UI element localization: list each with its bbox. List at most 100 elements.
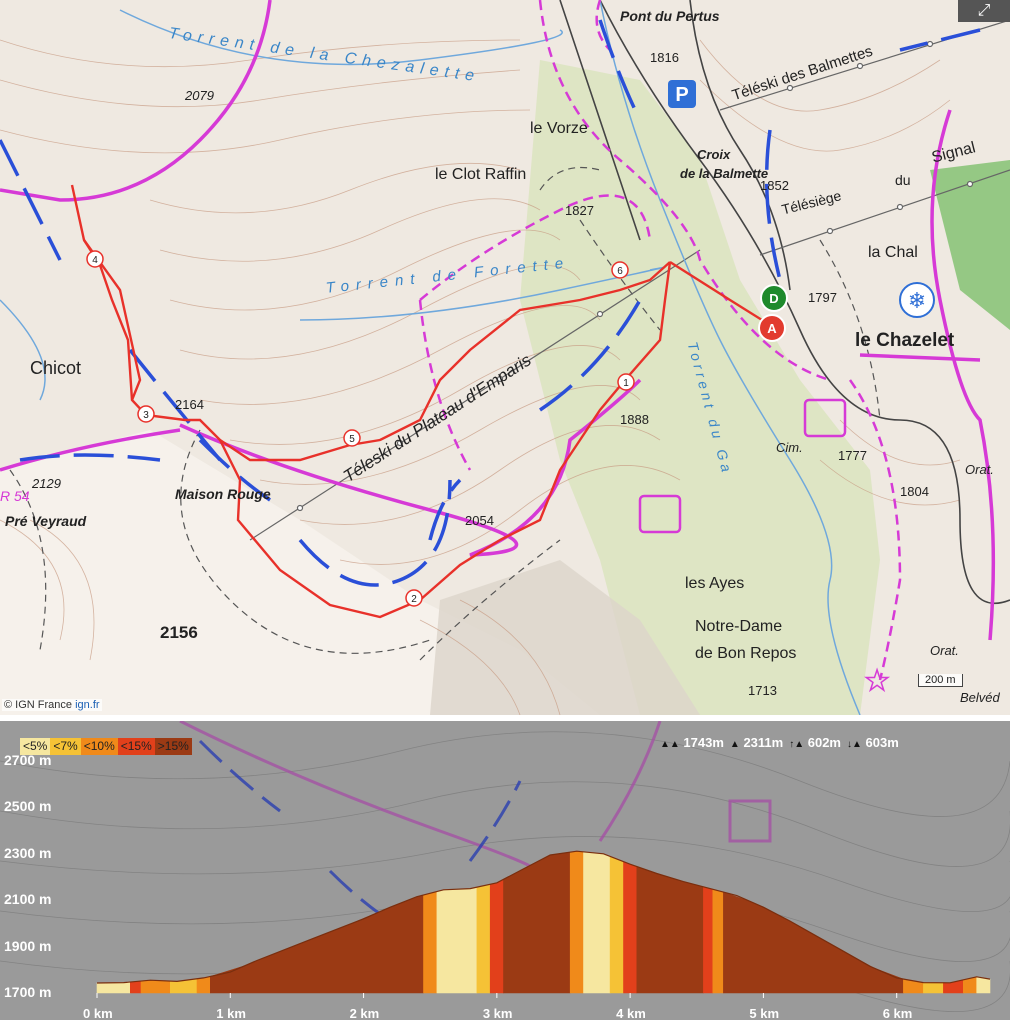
x-tick-label: 4 km [616,1006,646,1020]
map-label-belved: Belvéd [960,690,1000,705]
map-label-les-ayes: les Ayes [685,575,745,592]
map-label-alt-1816: 1816 [650,50,679,65]
x-tick-label: 2 km [349,1006,380,1020]
scale-bar: 200 m [918,674,963,687]
map-label-du: du [895,172,911,188]
x-tick-label: 0 km [83,1006,113,1020]
attribution-link[interactable]: ign.fr [75,699,99,711]
slope-legend-item: <7% [50,738,81,755]
map-label-alt-2079: 2079 [185,88,214,103]
map-label-r54: R 54 [0,488,30,504]
map-graphics: P ❄ ★ 1 2 3 4 5 6 D A [0,0,1010,715]
ascent-stat: ↑▲ 602m [789,735,841,750]
profile-slope-band [583,851,611,994]
map-label-notre-dame: Notre-Dame [695,618,783,635]
map-label-le-vorze: le Vorze [530,120,588,137]
profile-slope-band [436,886,478,994]
max-altitude-icon: ▲ [729,739,740,750]
slope-legend-item: <15% [117,738,155,755]
map-label-alt-2156: 2156 [160,623,198,642]
elevation-profile-panel[interactable]: <5% <7% <10% <15% >15% ▲▲ 1743m ▲ 2311m ↑▲ 6… [0,721,1010,1020]
map-label-alt-2054: 2054 [465,513,494,528]
slope-legend-item: <10% [80,738,118,755]
profile-slope-band [476,883,491,994]
waypoint-label: 6 [617,266,623,277]
viewpoint-star-icon: ★ [864,665,889,696]
attribution-text: © IGN France [4,699,73,711]
map-label-cim: Cim. [776,440,803,455]
waypoint-label: 1 [623,378,629,389]
snowflake-icon: ❄ [908,288,926,313]
profile-slope-band [503,851,571,994]
ascent-value: 602m [807,735,841,750]
y-tick-label: 1900 m [4,937,52,954]
max-altitude-value: 2311m [743,735,784,750]
profile-slope-band [210,894,424,994]
y-tick-label: 1700 m [4,984,52,1000]
min-altitude-value: 1743m [683,735,724,750]
map-label-pre-veyraud: Pré Veyraud [5,513,87,529]
profile-slope-band [923,982,944,994]
map-label-alt-1804: 1804 [900,484,929,499]
map-label-chicot: Chicot [30,358,82,378]
profile-slope-band [623,861,638,994]
waypoint-label: 2 [411,594,417,605]
end-marker-label: A [767,321,777,336]
x-tick-label: 6 km [882,1006,913,1020]
map-label-le-chazelet: le Chazelet [855,330,955,351]
map-label-de-bon-repos: de Bon Repos [695,645,797,662]
profile-stats: ▲▲ 1743m ▲ 2311m ↑▲ 602m ↓▲ 603m [660,735,899,750]
map-attribution: © IGN France ign.fr [2,699,102,711]
map-label-de-la-balmette: de la Balmette [680,166,769,181]
profile-slope-band [723,891,904,994]
profile-slope-band [130,980,142,994]
x-tick-label: 1 km [216,1006,246,1020]
map-label-pont-du-pertus: Pont du Pertus [620,8,720,24]
descent-icon: ↓▲ [846,739,862,750]
y-tick-label: 2100 m [4,891,52,908]
profile-slope-band [96,981,131,994]
map-label-alt-1777: 1777 [838,448,867,463]
start-marker-label: D [769,291,778,306]
waypoint-label: 3 [143,410,149,421]
ascent-icon: ↑▲ [789,739,805,750]
y-tick-label: 2500 m [4,798,52,815]
expand-icon: ⤢ [977,2,991,19]
descent-stat: ↓▲ 603m [847,735,899,750]
profile-slope-band [703,886,714,994]
min-altitude-icon: ▲▲ [660,739,680,750]
map-label-alt-1888: 1888 [620,412,649,427]
profile-slope-band [489,878,504,994]
slope-legend-item: >15% [154,738,192,755]
topographic-map[interactable]: P ❄ ★ 123456 D A Pont du Pertus 1816 Télés… [0,0,1010,715]
max-altitude-stat: ▲ 2311m [730,735,783,750]
expand-button[interactable]: ⤢ [958,0,1010,22]
map-label-alt-2129: 2129 [32,476,61,491]
map-label-orat-1: Orat. [965,462,994,477]
waypoint-label: 5 [349,434,355,445]
y-tick-label: 2700 m [4,752,52,768]
parking-symbol: P [675,84,688,106]
map-label-la-chal: la Chal [868,244,918,261]
profile-slope-band [569,850,584,994]
map-label-alt-1713: 1713 [748,683,777,698]
x-tick-label: 5 km [749,1006,780,1020]
min-altitude-stat: ▲▲ 1743m [660,735,724,750]
profile-slope-band [609,855,624,994]
profile-slope-band [636,866,704,994]
profile-slope-band [140,979,171,994]
map-label-le-clot-raffin: le Clot Raffin [435,166,527,183]
map-label-maison-rouge: Maison Rouge [175,486,271,502]
x-tick-label: 3 km [482,1006,513,1020]
map-label-alt-2164: 2164 [175,397,204,412]
y-tick-label: 2300 m [4,844,52,861]
map-label-alt-1797: 1797 [808,290,837,305]
map-label-orat-2: Orat. [930,643,959,658]
map-label-alt-1852: 1852 [760,178,789,193]
elevation-profile-chart [0,721,1010,1012]
map-label-croix: Croix [697,147,731,162]
profile-slope-band [423,891,438,994]
profile-slope-band [712,888,724,994]
descent-value: 603m [865,735,899,750]
waypoint-label: 4 [92,255,98,266]
